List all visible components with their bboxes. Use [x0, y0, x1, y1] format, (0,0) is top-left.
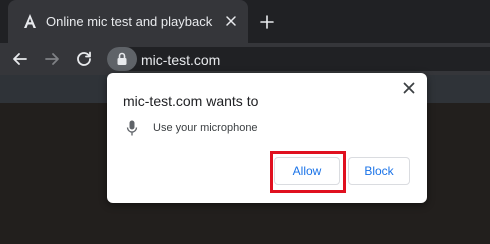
- url-text: mic-test.com: [141, 52, 221, 68]
- address-bar[interactable]: mic-test.com: [107, 47, 490, 71]
- tab-strip: Online mic test and playback: [0, 0, 490, 43]
- microphone-icon: [126, 120, 138, 136]
- dialog-title: mic-test.com wants to: [123, 93, 259, 109]
- tab-title: Online mic test and playback: [46, 14, 213, 29]
- permission-dialog: mic-test.com wants to Use your microphon…: [107, 73, 427, 203]
- block-button[interactable]: Block: [348, 157, 410, 185]
- close-tab-icon[interactable]: [224, 14, 238, 28]
- site-logo-icon: [24, 14, 36, 28]
- reload-icon[interactable]: [75, 50, 93, 68]
- allow-button[interactable]: Allow: [274, 157, 340, 185]
- lock-icon: [117, 52, 127, 65]
- forward-arrow-icon[interactable]: [43, 50, 61, 68]
- back-arrow-icon[interactable]: [11, 50, 29, 68]
- close-icon[interactable]: [403, 82, 415, 94]
- site-info-button[interactable]: [107, 47, 137, 71]
- permission-label: Use your microphone: [153, 122, 258, 134]
- browser-toolbar: mic-test.com: [0, 43, 490, 75]
- new-tab-icon[interactable]: [259, 14, 275, 30]
- active-tab[interactable]: Online mic test and playback: [8, 0, 248, 43]
